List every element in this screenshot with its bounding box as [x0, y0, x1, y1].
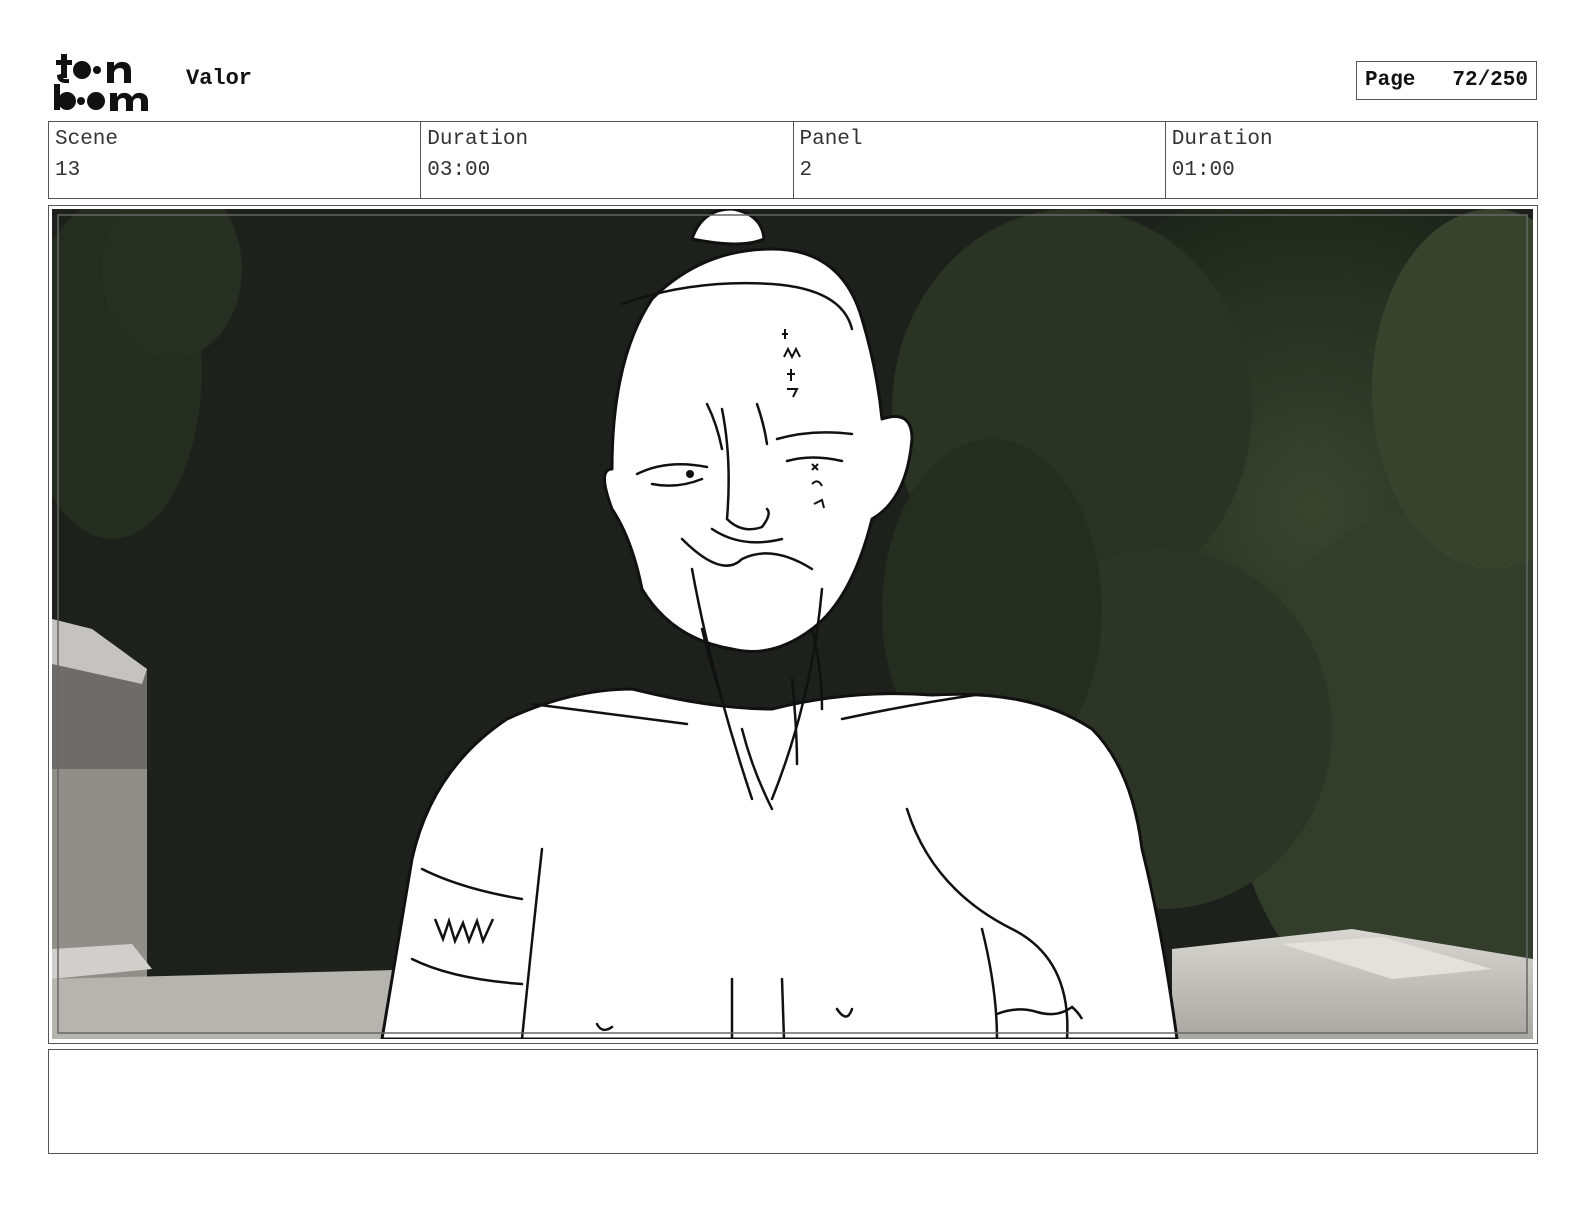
scene-cell: Scene 13 — [49, 122, 422, 198]
project-title: Valor — [186, 66, 253, 91]
scene-duration-value: 03:00 — [427, 159, 491, 182]
scene-duration-cell: Duration 03:00 — [421, 122, 794, 198]
panel-cell: Panel 2 — [794, 122, 1166, 198]
panel-label: Panel — [799, 128, 863, 151]
scene-label: Scene — [55, 128, 119, 151]
scene-duration-label: Duration — [427, 128, 529, 151]
page-indicator: Page 72/250 — [1356, 61, 1537, 100]
page-number: 72/250 — [1452, 69, 1528, 92]
panel-duration-cell: Duration 01:00 — [1166, 122, 1537, 198]
panel-drawing — [52, 209, 1533, 1039]
toon-boom-logo — [52, 50, 162, 112]
panel-info-strip: Scene 13 Duration 03:00 Panel 2 Duration… — [48, 121, 1538, 199]
scene-value: 13 — [55, 159, 81, 182]
eye-icon — [686, 470, 694, 478]
page-label: Page — [1365, 69, 1416, 92]
panel-notes — [48, 1049, 1538, 1154]
panel-duration-label: Duration — [1171, 128, 1273, 151]
panel-duration-value: 01:00 — [1171, 159, 1235, 182]
storyboard-panel — [48, 205, 1538, 1044]
panel-value: 2 — [799, 159, 813, 182]
